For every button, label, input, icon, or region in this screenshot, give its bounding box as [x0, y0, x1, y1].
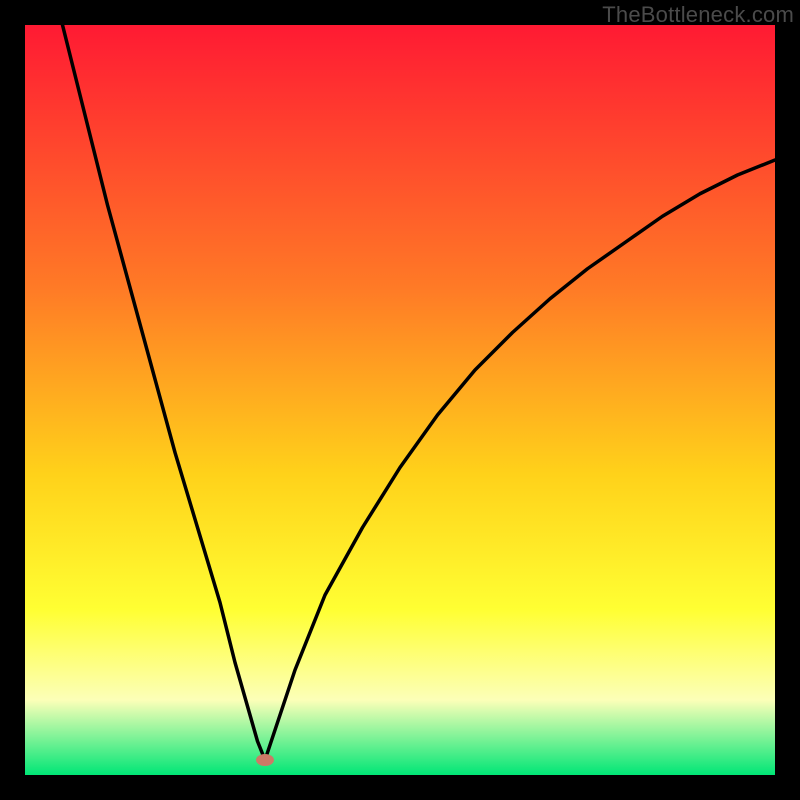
minimum-marker — [256, 754, 274, 766]
chart-frame: TheBottleneck.com — [0, 0, 800, 800]
chart-svg — [25, 25, 775, 775]
gradient-background — [25, 25, 775, 775]
plot-area — [25, 25, 775, 775]
